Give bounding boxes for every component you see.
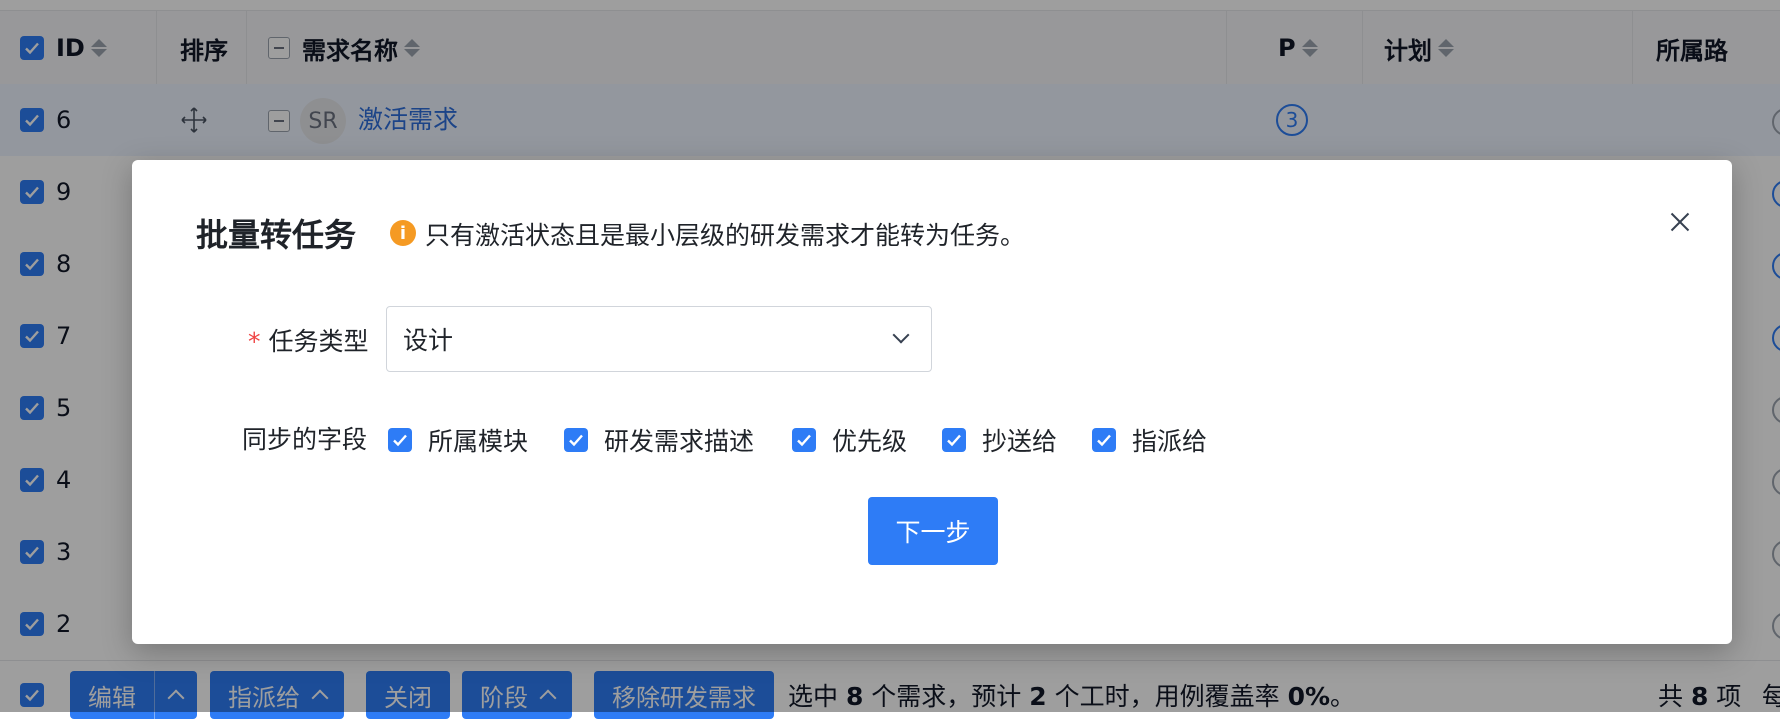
task-type-value: 设计 <box>403 326 454 355</box>
next-step-button[interactable]: 下一步 <box>868 497 998 565</box>
sync-field-label: 研发需求描述 <box>604 427 755 456</box>
checkbox-checked-icon[interactable] <box>792 428 816 452</box>
task-type-select[interactable]: 设计 <box>386 306 932 372</box>
sync-field-assignee[interactable]: 指派给 <box>1092 420 1207 460</box>
batch-to-task-dialog: 批量转任务 i 只有激活状态且是最小层级的研发需求才能转为任务。 * 任务类型 … <box>132 160 1732 644</box>
checkbox-checked-icon[interactable] <box>388 428 412 452</box>
checkbox-checked-icon[interactable] <box>1092 428 1116 452</box>
sync-field-description[interactable]: 研发需求描述 <box>564 420 754 460</box>
checkbox-checked-icon[interactable] <box>942 428 966 452</box>
sync-field-priority[interactable]: 优先级 <box>792 420 907 460</box>
sync-field-label: 指派给 <box>1132 427 1208 456</box>
info-icon: i <box>390 220 416 246</box>
sync-fields-label: 同步的字段 <box>242 425 368 454</box>
required-marker: * <box>248 327 261 356</box>
sync-field-cc[interactable]: 抄送给 <box>942 420 1057 460</box>
sync-field-label: 抄送给 <box>982 427 1058 456</box>
sync-field-label: 所属模块 <box>428 427 529 456</box>
dialog-tip: 只有激活状态且是最小层级的研发需求才能转为任务。 <box>425 221 1026 250</box>
sync-field-module[interactable]: 所属模块 <box>388 420 528 460</box>
close-icon[interactable] <box>1662 204 1698 240</box>
dialog-title: 批量转任务 <box>196 216 357 254</box>
chevron-down-icon <box>892 326 910 344</box>
sync-field-label: 优先级 <box>832 427 908 456</box>
task-type-label: * 任务类型 <box>248 327 369 356</box>
checkbox-checked-icon[interactable] <box>564 428 588 452</box>
